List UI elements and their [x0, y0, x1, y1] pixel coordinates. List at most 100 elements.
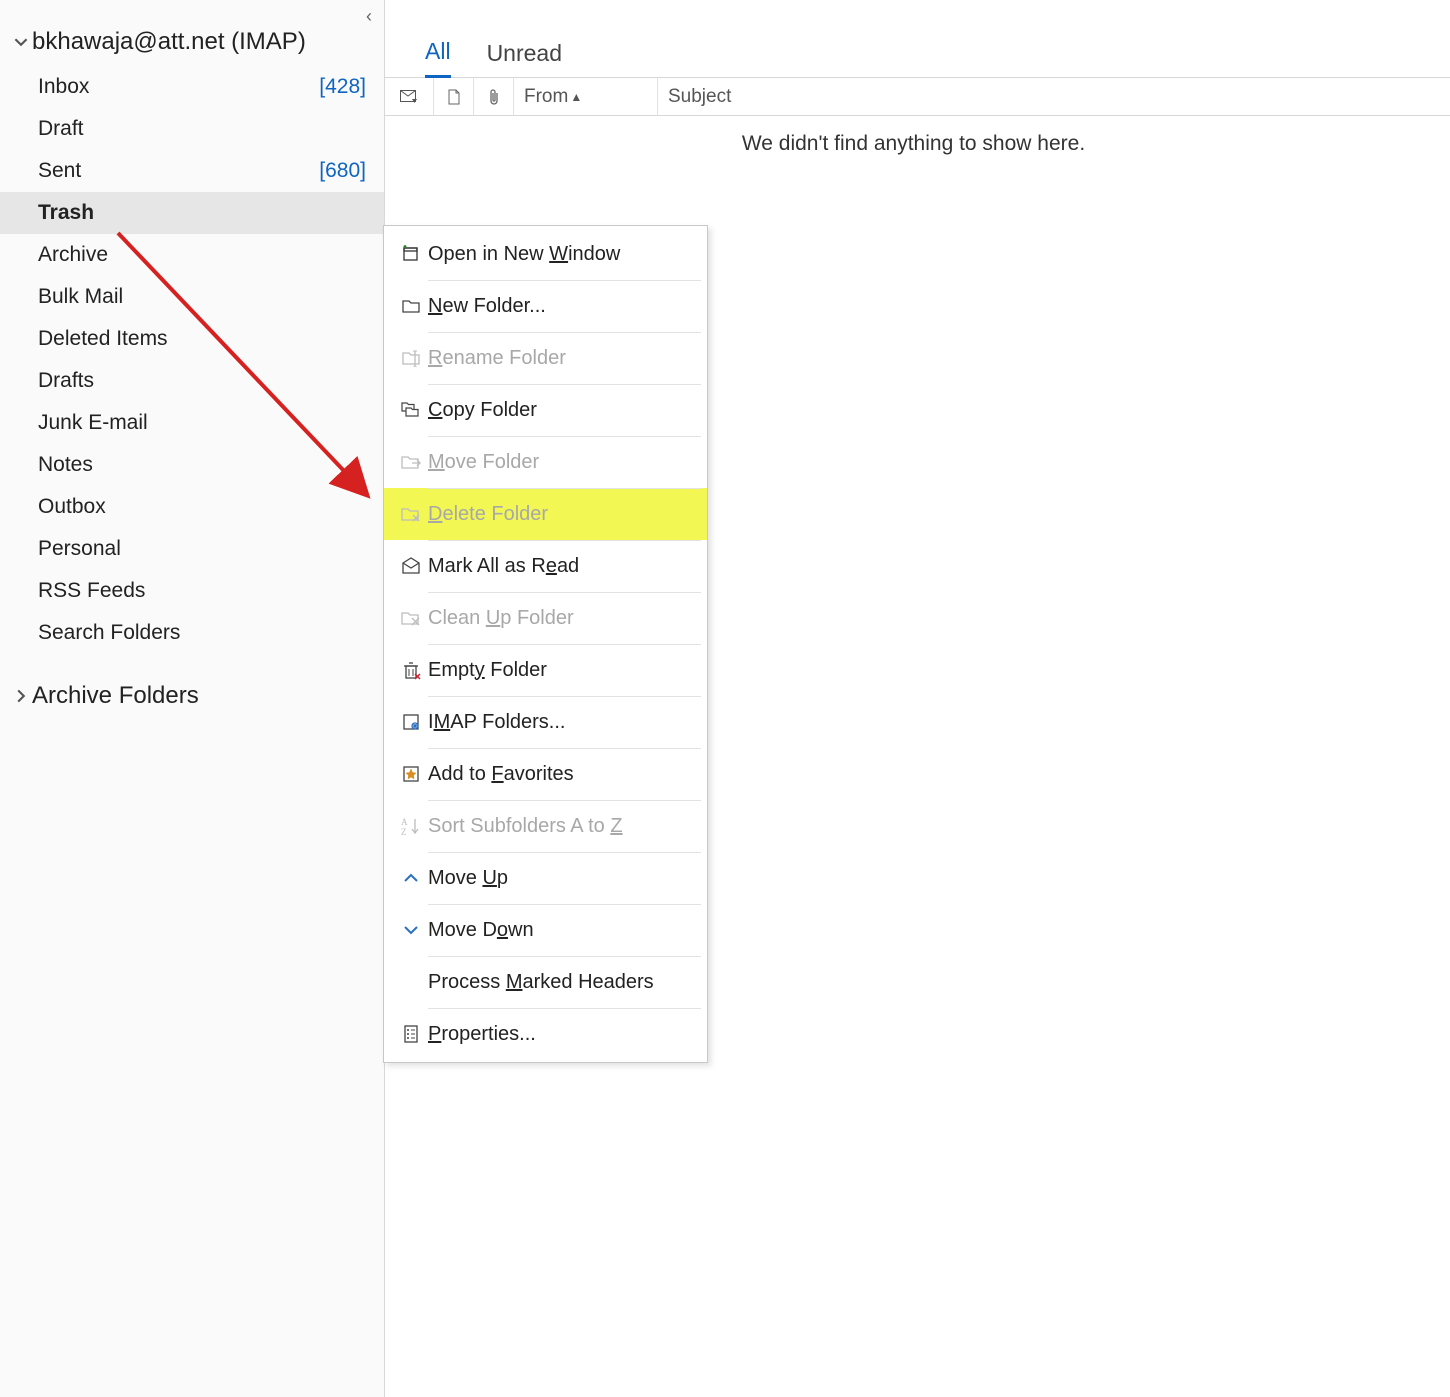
mark-read-icon [394, 557, 428, 575]
context-menu-item: Move Folder [384, 436, 707, 488]
column-subject-label: Subject [668, 86, 731, 108]
folder-name: Personal [38, 537, 366, 561]
folder-context-menu: Open in New Window New Folder... Rename Fo… [383, 225, 708, 1063]
tab-all[interactable]: All [425, 38, 451, 78]
sort-caret-icon: ▲ [570, 90, 582, 104]
context-menu-label: New Folder... [428, 295, 546, 318]
archive-folders-label: Archive Folders [32, 682, 199, 710]
context-menu-label: Copy Folder [428, 399, 537, 422]
context-menu-label: Mark All as Read [428, 555, 579, 578]
folder-name: Outbox [38, 495, 366, 519]
folder-move-icon [394, 453, 428, 471]
context-menu-item: Rename Folder [384, 332, 707, 384]
context-menu-item: Clean Up Folder [384, 592, 707, 644]
context-menu-label: Delete Folder [428, 503, 548, 526]
chevron-right-icon [14, 689, 32, 703]
folder-item[interactable]: Draft [0, 108, 384, 150]
folder-icon [394, 297, 428, 315]
context-menu-item[interactable]: Move Down [384, 904, 707, 956]
folder-item[interactable]: Archive [0, 234, 384, 276]
archive-folders-header[interactable]: Archive Folders [0, 654, 384, 720]
column-doc[interactable] [433, 78, 473, 115]
folder-name: Junk E-mail [38, 411, 366, 435]
folder-sidebar: ‹ bkhawaja@att.net (IMAP) Inbox[428] Draf… [0, 0, 385, 1397]
folder-item[interactable]: Junk E-mail [0, 402, 384, 444]
svg-text:A: A [401, 817, 408, 827]
folder-rename-icon [394, 349, 428, 367]
folder-item[interactable]: Personal [0, 528, 384, 570]
column-from[interactable]: From▲ [513, 78, 657, 115]
column-subject[interactable]: Subject [657, 78, 1450, 115]
folder-item[interactable]: Deleted Items [0, 318, 384, 360]
folder-item[interactable]: Bulk Mail [0, 276, 384, 318]
folder-item[interactable]: Drafts [0, 360, 384, 402]
folder-item[interactable]: RSS Feeds [0, 570, 384, 612]
envelope-icon [400, 90, 418, 104]
new-window-icon [394, 244, 428, 264]
chevron-left-icon: ‹ [366, 6, 372, 26]
sort-az-icon: AZ [394, 816, 428, 836]
column-attachment[interactable] [473, 78, 513, 115]
context-menu-item: AZSort Subfolders A to Z [384, 800, 707, 852]
context-menu-label: Move Down [428, 919, 534, 942]
folder-list: Inbox[428] Draft Sent[680] Trash Archive Bulk… [0, 66, 384, 654]
folder-item[interactable]: Outbox [0, 486, 384, 528]
folder-item[interactable]: Notes [0, 444, 384, 486]
chevron-down-icon [394, 923, 428, 937]
folder-name: RSS Feeds [38, 579, 366, 603]
folder-count: [680] [319, 159, 366, 183]
folder-count: [428] [319, 75, 366, 99]
favorite-icon [394, 764, 428, 784]
filter-tabs: All Unread [385, 0, 1450, 78]
account-label: bkhawaja@att.net (IMAP) [32, 28, 306, 56]
column-from-label: From [524, 86, 568, 108]
context-menu-label: Rename Folder [428, 347, 566, 370]
context-menu-label: Clean Up Folder [428, 607, 574, 630]
context-menu-item[interactable]: Move Up [384, 852, 707, 904]
account-header[interactable]: bkhawaja@att.net (IMAP) [0, 6, 384, 66]
context-menu-item[interactable]: Add to Favorites [384, 748, 707, 800]
context-menu-label: Open in New Window [428, 243, 620, 266]
context-menu-item[interactable]: Open in New Window [384, 228, 707, 280]
column-envelope[interactable] [385, 78, 433, 115]
context-menu-item[interactable]: Process Marked Headers [384, 956, 707, 1008]
chevron-down-icon [14, 35, 32, 49]
page-icon [447, 89, 461, 105]
folder-name: Archive [38, 243, 366, 267]
paperclip-icon [487, 88, 501, 106]
folder-name: Search Folders [38, 621, 366, 645]
context-menu-label: IMAP Folders... [428, 711, 565, 734]
context-menu-item[interactable]: IMAP Folders... [384, 696, 707, 748]
chevron-up-icon [394, 871, 428, 885]
folder-item[interactable]: Sent[680] [0, 150, 384, 192]
svg-text:Z: Z [401, 827, 407, 836]
folder-name: Inbox [38, 75, 319, 99]
folder-name: Drafts [38, 369, 366, 393]
context-menu-label: Move Folder [428, 451, 539, 474]
context-menu-item[interactable]: Mark All as Read [384, 540, 707, 592]
folder-name: Sent [38, 159, 319, 183]
tab-unread[interactable]: Unread [487, 40, 562, 77]
folder-name: Bulk Mail [38, 285, 366, 309]
properties-icon [394, 1024, 428, 1044]
folder-clean-icon [394, 609, 428, 627]
folder-item[interactable]: Inbox[428] [0, 66, 384, 108]
folder-name: Trash [38, 201, 366, 225]
context-menu-label: Sort Subfolders A to Z [428, 815, 623, 838]
folder-item[interactable]: Trash [0, 192, 384, 234]
context-menu-label: Move Up [428, 867, 508, 890]
context-menu-item[interactable]: New Folder... [384, 280, 707, 332]
collapse-sidebar-button[interactable]: ‹ [366, 6, 372, 27]
context-menu-label: Empty Folder [428, 659, 547, 682]
empty-state-message: We didn't find anything to show here. [385, 132, 1450, 156]
folder-item[interactable]: Search Folders [0, 612, 384, 654]
context-menu-label: Add to Favorites [428, 763, 574, 786]
column-headers: From▲ Subject [385, 78, 1450, 116]
context-menu-label: Properties... [428, 1023, 536, 1046]
folder-name: Draft [38, 117, 366, 141]
context-menu-item: Delete Folder [384, 488, 707, 540]
context-menu-item[interactable]: Empty Folder [384, 644, 707, 696]
folder-copy-icon [394, 400, 428, 420]
context-menu-item[interactable]: Copy Folder [384, 384, 707, 436]
context-menu-item[interactable]: Properties... [384, 1008, 707, 1060]
